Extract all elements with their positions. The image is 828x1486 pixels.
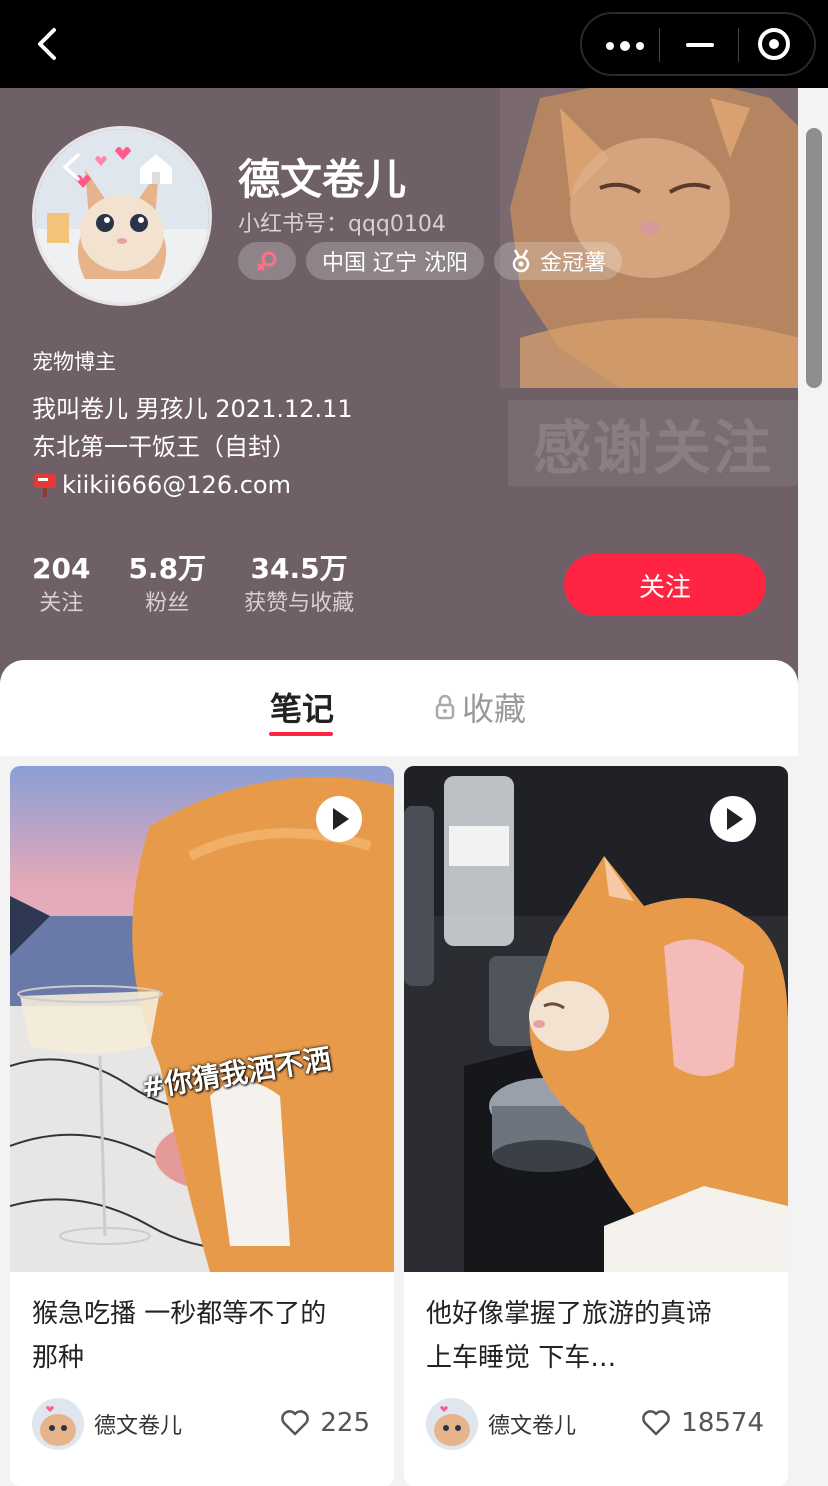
close-button[interactable] — [740, 14, 816, 74]
note-author[interactable]: 德文卷儿 — [32, 1398, 182, 1450]
more-button[interactable] — [582, 14, 658, 74]
heart-icon — [642, 1410, 671, 1436]
note-card[interactable]: #你猜我洒不洒 猴急吃播 一秒都等不了的 那种 德文卷儿 225 — [10, 766, 394, 1486]
medal-icon — [512, 249, 530, 273]
bio: 我叫卷儿 男孩儿 2021.12.11 东北第一干饭王（自封） kiikii66… — [32, 390, 353, 504]
capsule-divider — [738, 28, 739, 62]
like-count[interactable]: 225 — [280, 1408, 370, 1438]
note-title-line: 他好像掌握了旅游的真谛 — [426, 1299, 713, 1329]
tab-label: 笔记 — [270, 690, 335, 728]
gender-icon — [256, 251, 277, 272]
heart-icon — [281, 1410, 310, 1436]
bio-line: 东北第一干饭王（自封） — [32, 433, 296, 461]
more-icon — [606, 41, 644, 51]
stat-following[interactable]: 204 关注 — [32, 550, 90, 620]
like-value: 18574 — [681, 1408, 764, 1438]
red-id: 小红书号：qqq0104 — [238, 212, 446, 237]
note-title: 他好像掌握了旅游的真谛 上车睡觉 下车… — [426, 1292, 766, 1380]
author-avatar — [426, 1398, 478, 1450]
profile-header: 感谢关注 德文卷儿 小红书号：qqq0104 中国 辽宁 沈阳 金冠薯 宠物博主… — [0, 88, 798, 688]
stat-label: 获赞与收藏 — [244, 591, 355, 616]
note-title-line: 上车睡觉 下车… — [426, 1343, 617, 1373]
stat-label: 关注 — [39, 591, 84, 616]
note-title: 猴急吃播 一秒都等不了的 那种 — [32, 1292, 372, 1380]
tab-favorites[interactable]: 收藏 — [434, 684, 526, 730]
bio-line: 我叫卷儿 男孩儿 2021.12.11 — [32, 395, 353, 423]
note-card[interactable]: 他好像掌握了旅游的真谛 上车睡觉 下车… 德文卷儿 18574 — [404, 766, 788, 1486]
note-thumbnail: #你猜我洒不洒 — [10, 766, 394, 1272]
bio-email-line: kiikii666@126.com — [32, 466, 353, 504]
tab-label: 收藏 — [462, 690, 527, 728]
home-icon[interactable] — [136, 150, 176, 186]
capsule-divider — [659, 28, 660, 62]
stat-value: 5.8万 — [128, 552, 207, 585]
profile-name: 德文卷儿 — [238, 155, 407, 204]
mailbox-icon — [34, 474, 56, 497]
back-icon — [38, 28, 56, 60]
minimize-icon — [686, 43, 714, 47]
note-author[interactable]: 德文卷儿 — [426, 1398, 576, 1450]
close-target-icon — [758, 28, 790, 60]
play-icon — [316, 796, 362, 842]
stat-value: 204 — [32, 552, 91, 585]
account-category: 宠物博主 — [32, 350, 116, 374]
lock-icon — [435, 694, 455, 720]
note-title-line: 那种 — [32, 1343, 85, 1373]
stat-likes-collects[interactable]: 34.5万 获赞与收藏 — [244, 550, 354, 620]
tab-active-indicator — [269, 732, 333, 736]
stat-followers[interactable]: 5.8万 粉丝 — [128, 550, 206, 620]
stats-row: 204 关注 5.8万 粉丝 34.5万 获赞与收藏 — [32, 550, 392, 620]
avatar[interactable] — [32, 126, 212, 306]
like-count[interactable]: 18574 — [641, 1408, 764, 1438]
capsule-menu — [580, 12, 816, 76]
minimize-button[interactable] — [662, 14, 738, 74]
level-label: 金冠薯 — [540, 251, 607, 276]
profile-tags: 中国 辽宁 沈阳 金冠薯 — [238, 242, 623, 280]
stat-value: 34.5万 — [250, 552, 348, 585]
top-bar — [0, 0, 828, 88]
follow-button[interactable]: 关注 — [564, 554, 766, 616]
stat-label: 粉丝 — [145, 591, 190, 616]
author-name: 德文卷儿 — [94, 1414, 183, 1439]
background-sign: 感谢关注 — [508, 400, 798, 486]
back-button[interactable] — [28, 20, 68, 68]
author-name: 德文卷儿 — [488, 1414, 577, 1439]
location-label: 中国 辽宁 沈阳 — [322, 251, 468, 276]
location-tag: 中国 辽宁 沈阳 — [306, 242, 484, 280]
bio-email[interactable]: kiikii666@126.com — [62, 471, 291, 499]
background-cat-image — [500, 88, 798, 388]
avatar-area — [32, 126, 212, 306]
note-thumbnail — [404, 766, 788, 1272]
author-avatar — [32, 1398, 84, 1450]
scrollbar[interactable] — [806, 128, 822, 388]
content-tabs: 笔记 收藏 — [0, 660, 798, 756]
play-icon — [710, 796, 756, 842]
note-title-line: 猴急吃播 一秒都等不了的 — [32, 1299, 327, 1329]
tab-notes[interactable]: 笔记 — [269, 684, 335, 736]
level-tag[interactable]: 金冠薯 — [494, 242, 623, 280]
like-value: 225 — [320, 1408, 370, 1438]
avatar-back-icon[interactable] — [60, 152, 82, 182]
gender-tag — [238, 242, 296, 280]
